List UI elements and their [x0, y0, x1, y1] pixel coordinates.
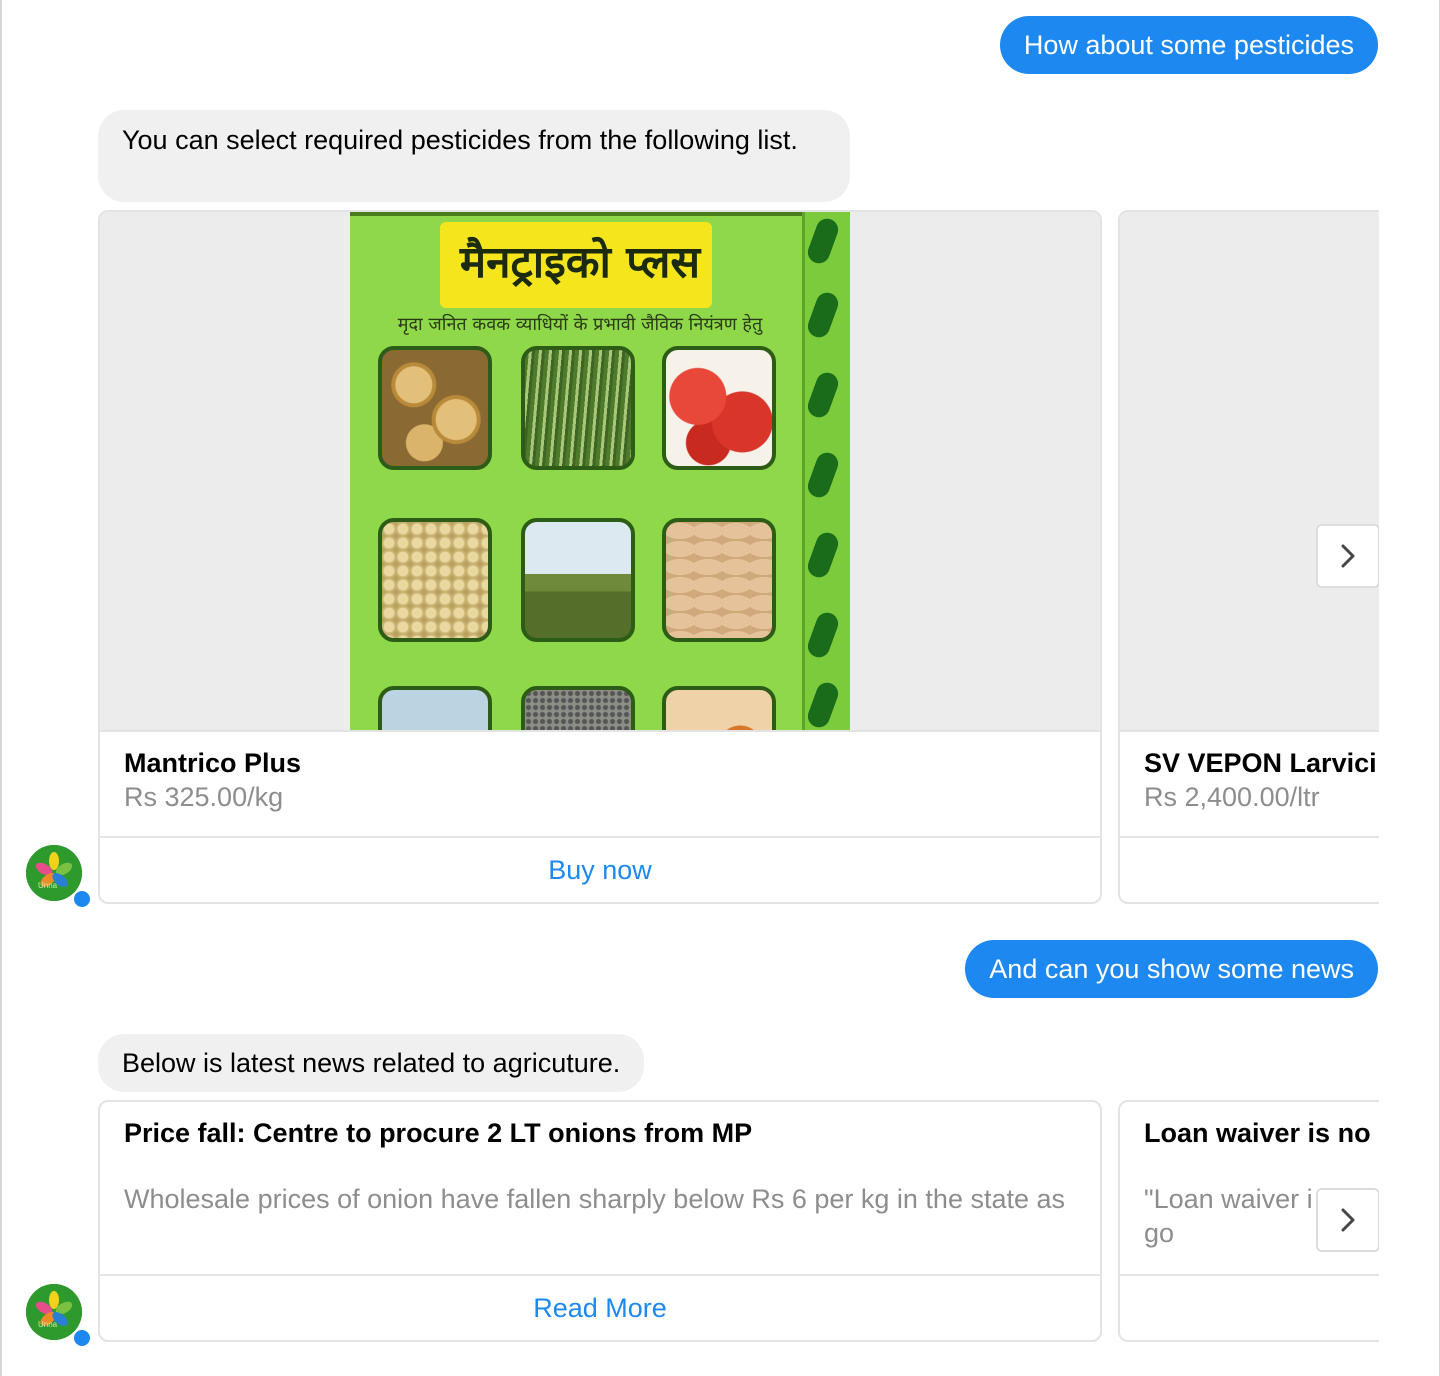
product-title: SV VEPON Larvici: [1144, 748, 1377, 778]
sugarcane-image: [521, 346, 635, 470]
news-carousel: Price fall: Centre to procure 2 LT onion…: [98, 1100, 1379, 1342]
bot-avatar[interactable]: Unna: [26, 1284, 92, 1348]
window-border-left: [0, 0, 2, 1376]
bot-message-bubble: Below is latest news related to agricutu…: [98, 1034, 645, 1092]
news-title: Loan waiver is no: [1144, 1118, 1371, 1148]
news-card-button[interactable]: [1120, 1274, 1379, 1340]
buy-now-button[interactable]: Buy now: [100, 836, 1100, 902]
bot-message-text: You can select required pesticides from …: [122, 125, 798, 155]
potato-image: [378, 346, 492, 470]
avatar-label: Unna: [38, 881, 58, 890]
product-card: मैनट्राइको प्लस मृदा जनित कवक व्याधियों …: [98, 210, 1102, 904]
product-carousel: मैनट्राइको प्लस मृदा जनित कवक व्याधियों …: [98, 210, 1379, 904]
product-image[interactable]: मैनट्राइको प्लस मृदा जनित कवक व्याधियों …: [100, 212, 1100, 732]
news-card: Price fall: Centre to procure 2 LT onion…: [98, 1100, 1102, 1342]
bot-message-text: Below is latest news related to agricutu…: [122, 1048, 621, 1078]
news-title: Price fall: Centre to procure 2 LT onion…: [124, 1118, 753, 1148]
package-brand-text: मैनट्राइको प्लस: [459, 237, 701, 288]
soybean-image: [378, 518, 492, 642]
bot-message-bubble: You can select required pesticides from …: [98, 110, 850, 202]
peanut-image: [662, 518, 776, 642]
product-price: Rs 2,400.00/ltr: [1144, 782, 1320, 812]
product-price: Rs 325.00/kg: [124, 782, 284, 812]
messenger-icon: [72, 1328, 92, 1348]
avatar-label: Unna: [38, 1320, 58, 1329]
bot-avatar[interactable]: Unna: [26, 845, 92, 909]
messenger-icon: [72, 889, 92, 909]
carousel-next-button[interactable]: [1316, 1188, 1379, 1252]
product-title: Mantrico Plus: [124, 748, 302, 778]
product-image[interactable]: [1120, 212, 1379, 732]
carousel-next-button[interactable]: [1316, 524, 1379, 588]
user-message-text: How about some pesticides: [1023, 30, 1354, 60]
product-card-button[interactable]: [1120, 836, 1379, 902]
crop-field-image: [378, 686, 492, 730]
onion-image: [662, 686, 776, 730]
user-message-text: And can you show some news: [989, 954, 1354, 984]
chevron-right-icon: [1341, 1208, 1355, 1232]
read-more-button[interactable]: Read More: [100, 1274, 1100, 1340]
user-message-bubble: And can you show some news: [965, 940, 1378, 998]
chevron-right-icon: [1341, 544, 1355, 568]
tomato-image: [662, 346, 776, 470]
news-summary: Wholesale prices of onion have fallen sh…: [124, 1184, 1066, 1214]
field-image: [521, 518, 635, 642]
news-summary: "Loan waiver i go: [1144, 1184, 1313, 1248]
package-tagline-text: मृदा जनित कवक व्याधियों के प्रभावी जैविक…: [397, 314, 763, 335]
product-package-art: मैनट्राइको प्लस मृदा जनित कवक व्याधियों …: [350, 212, 850, 730]
seeds-image: [521, 686, 635, 730]
user-message-bubble: How about some pesticides: [999, 16, 1378, 74]
